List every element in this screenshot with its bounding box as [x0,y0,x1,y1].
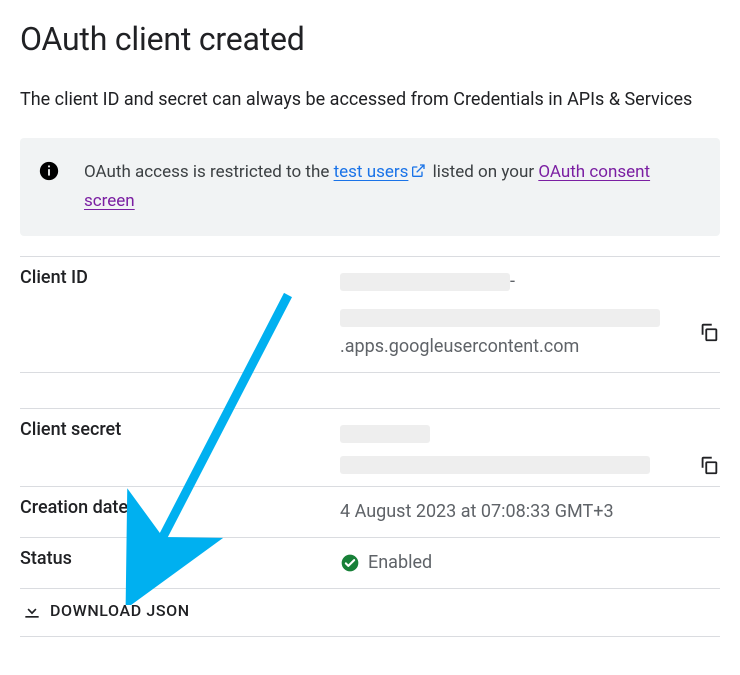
creation-date-label: Creation date [20,487,340,538]
client-secret-label: Client secret [20,408,340,487]
notice-text-prefix: OAuth access is restricted to the [84,162,334,182]
client-id-domain: .apps.googleusercontent.com [340,336,579,357]
status-value: Enabled [368,548,432,578]
client-id-dash: - [510,271,515,292]
notice-box: OAuth access is restricted to the test u… [20,138,720,236]
check-circle-icon [340,553,360,573]
client-secret-row: Client secret [20,408,720,487]
external-link-icon [410,163,426,179]
creation-date-value: 4 August 2023 at 07:08:33 GMT+3 [340,487,720,538]
test-users-link[interactable]: test users [334,162,429,182]
download-json-button[interactable]: DOWNLOAD JSON [20,599,192,623]
client-secret-value [340,408,720,487]
details-table: Client ID - .apps.googleusercontent.com … [20,256,720,637]
creation-date-row: Creation date 4 August 2023 at 07:08:33 … [20,487,720,538]
copy-client-id-button[interactable] [698,321,720,343]
client-id-row: Client ID - .apps.googleusercontent.com [20,256,720,372]
info-icon [38,160,60,182]
separator-row [20,372,720,408]
redacted-text [340,309,660,327]
page-title: OAuth client created [20,20,720,58]
client-id-value: - .apps.googleusercontent.com [340,256,720,372]
client-id-label: Client ID [20,256,340,372]
copy-client-secret-button[interactable] [698,454,720,476]
notice-text-middle: listed on your [428,162,538,182]
redacted-text [340,273,510,291]
status-value-cell: Enabled [340,538,720,589]
test-users-link-text: test users [334,162,409,182]
download-icon [22,601,42,621]
download-row: DOWNLOAD JSON [20,588,720,636]
status-label: Status [20,538,340,589]
redacted-text [340,425,430,443]
status-row: Status Enabled [20,538,720,589]
page-subtitle: The client ID and secret can always be a… [20,86,710,114]
download-json-label: DOWNLOAD JSON [50,601,190,620]
notice-message: OAuth access is restricted to the test u… [84,158,698,216]
redacted-text [340,456,650,474]
